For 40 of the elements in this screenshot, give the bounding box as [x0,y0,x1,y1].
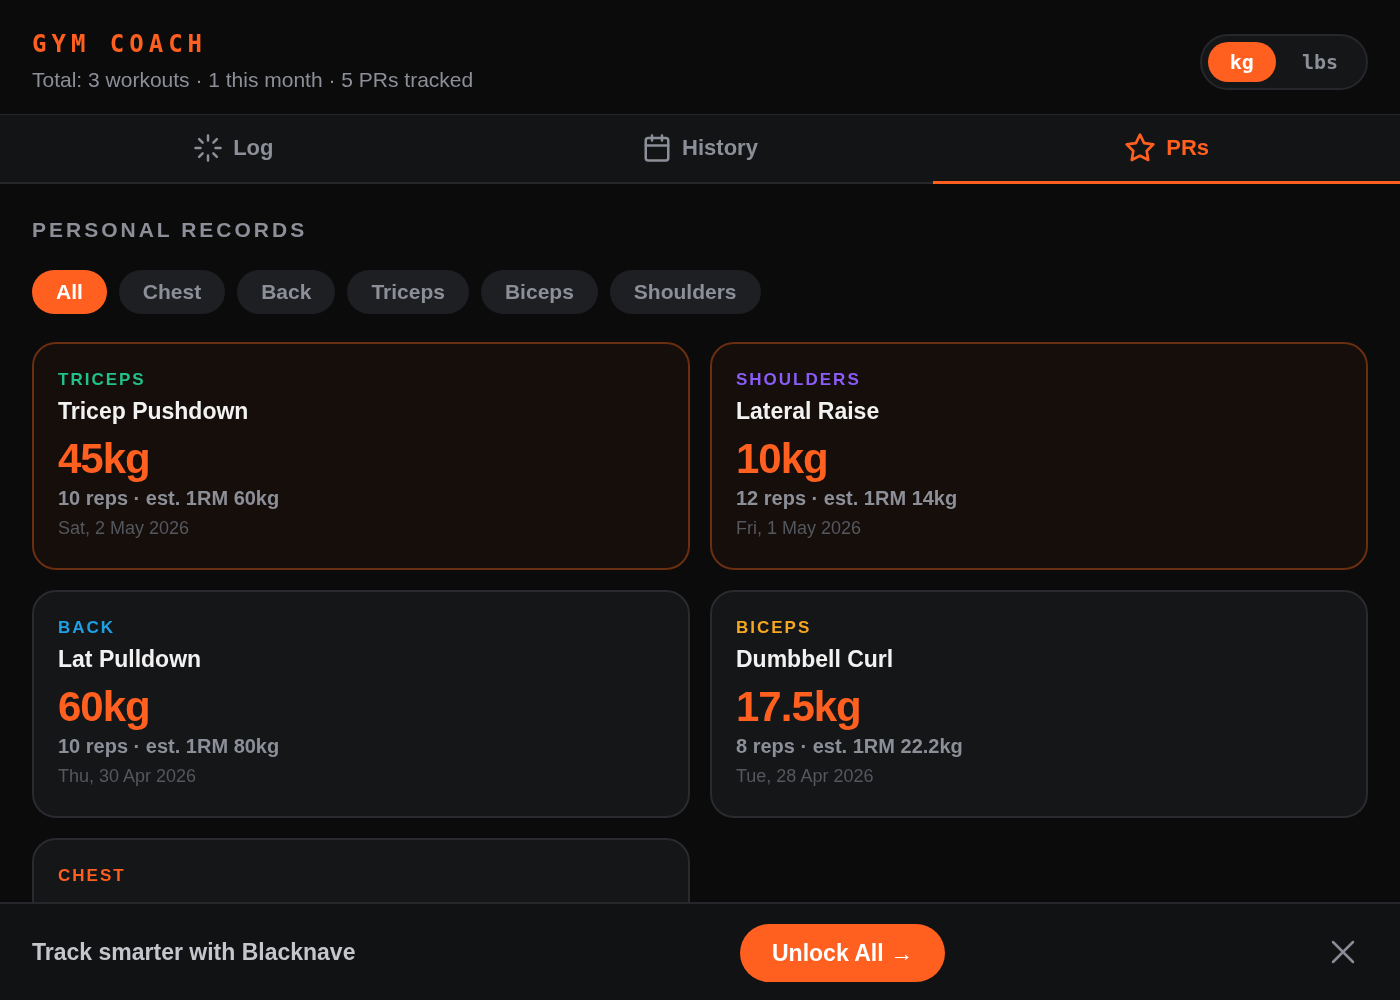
reps-detail: 10 reps · est. 1RM 80kg [58,735,281,758]
calendar-icon [642,133,673,163]
filter-chip[interactable]: Chest [118,270,226,314]
loading-icon [193,133,224,163]
record-date: Fri, 1 May 2026 [736,518,863,539]
promo-text: Track smarter with Blacknave [32,938,356,966]
weight-value: 17.5kg [736,683,862,731]
exercise-name: Lateral Raise [736,398,881,425]
filter-chip[interactable]: Shoulders [609,270,761,314]
tab[interactable]: History [466,115,934,184]
section-heading: PERSONAL RECORDS [32,218,309,242]
unlock-button[interactable]: Unlock All → [740,924,945,982]
weight-value: 45kg [58,435,151,483]
muscle-label: BACK [58,618,117,638]
exercise-name: Lat Pulldown [58,646,203,673]
record-date: Tue, 28 Apr 2026 [736,766,875,787]
filter-chip[interactable]: Triceps [347,270,469,314]
muscle-label: TRICEPS [58,370,147,390]
exercise-name: Tricep Pushdown [58,398,250,425]
filter-chip[interactable]: All [32,270,107,314]
tab[interactable]: PRs [933,115,1400,184]
filter-chip[interactable]: Biceps [480,270,598,314]
muscle-label: CHEST [58,866,127,886]
star-icon [1124,132,1157,164]
unit-option[interactable]: lbs [1279,42,1360,82]
summary-text: Total: 3 workouts · 1 this month · 5 PRs tracked [32,68,474,92]
record-date: Sat, 2 May 2026 [58,518,191,539]
record-date: Thu, 30 Apr 2026 [58,766,198,787]
muscle-label: SHOULDERS [736,370,862,390]
unit-option[interactable]: kg [1207,42,1276,82]
exercise-name: Dumbbell Curl [736,646,895,673]
reps-detail: 12 reps · est. 1RM 14kg [736,487,959,510]
app-title: GYM COACH [32,30,209,58]
filter-chip[interactable]: Back [237,270,336,314]
tab[interactable]: Log [0,115,467,184]
weight-value: 10kg [736,435,829,483]
weight-value: 60kg [58,683,151,731]
reps-detail: 8 reps · est. 1RM 22.2kg [736,735,964,758]
muscle-label: BICEPS [736,618,813,638]
reps-detail: 10 reps · est. 1RM 60kg [58,487,281,510]
